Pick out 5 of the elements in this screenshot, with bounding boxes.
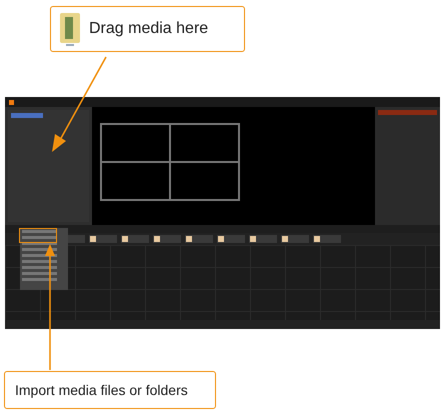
callout-text: Import media files or folders bbox=[15, 380, 188, 400]
folder-icon bbox=[59, 11, 81, 47]
highlight-frame bbox=[19, 228, 57, 243]
callout-text: Drag media here bbox=[89, 19, 208, 39]
context-menu bbox=[20, 228, 68, 290]
